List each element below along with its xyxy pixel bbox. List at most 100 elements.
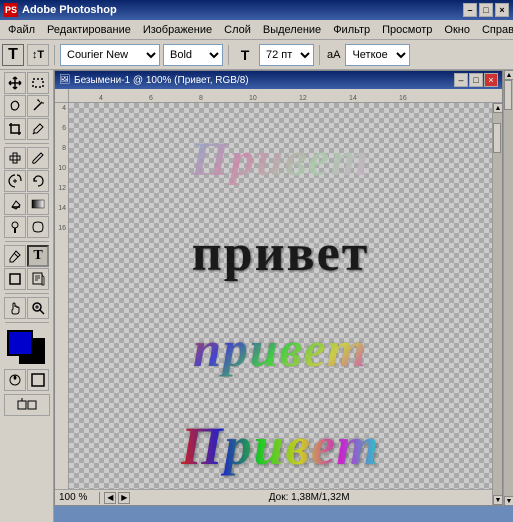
heal-tool[interactable] — [4, 147, 26, 169]
pen-tool[interactable] — [4, 245, 26, 267]
text-layer-1: Привет — [191, 132, 370, 187]
status-prev-button[interactable]: ◀ — [104, 492, 116, 504]
ruler-top: 4 6 8 10 12 14 16 — [69, 89, 502, 103]
close-button[interactable]: × — [495, 3, 509, 17]
scroll-track — [493, 113, 502, 495]
brush-tool[interactable] — [27, 147, 49, 169]
move-tool[interactable] — [4, 72, 26, 94]
ruler-left-14: 14 — [55, 205, 68, 225]
menu-filter[interactable]: Фильтр — [327, 22, 376, 38]
lasso-tool[interactable] — [4, 95, 26, 117]
eyedropper-tool[interactable] — [27, 118, 49, 140]
menu-help[interactable]: Справк... — [476, 22, 513, 38]
tool-group-7 — [4, 216, 49, 238]
hand-tool[interactable] — [4, 297, 26, 319]
antialiasing-select[interactable]: Четкое — [345, 44, 410, 66]
scroll-thumb[interactable] — [493, 123, 501, 153]
tool-group-1 — [4, 72, 49, 94]
document-size: Док: 1,38M/1,32M — [130, 492, 488, 503]
jump-icon — [17, 398, 37, 412]
font-family-select[interactable]: Courier New — [60, 44, 160, 66]
menu-file[interactable]: Файл — [2, 22, 41, 38]
title-bar-buttons: – □ × — [463, 3, 509, 17]
scroll-up-button[interactable]: ▲ — [493, 103, 502, 113]
text-line-4: Привет — [181, 416, 381, 476]
menu-image[interactable]: Изображение — [137, 22, 218, 38]
clone-tool[interactable] — [4, 170, 26, 192]
gradient-tool[interactable] — [27, 193, 49, 215]
doc-close-button[interactable]: × — [484, 73, 498, 87]
status-next-button[interactable]: ▶ — [118, 492, 130, 504]
crop-tool[interactable] — [4, 118, 26, 140]
ruler-mark-16: 16 — [399, 95, 407, 102]
zoom-tool[interactable] — [27, 297, 49, 319]
foreground-color-swatch[interactable] — [7, 330, 33, 356]
orientation-button[interactable]: ↕T — [27, 44, 49, 66]
status-nav-buttons: ◀ ▶ — [104, 492, 130, 504]
text-line-2: привет — [192, 225, 370, 282]
font-size-icon: T — [234, 44, 256, 66]
scroll-down-button[interactable]: ▼ — [493, 495, 502, 505]
tool-group-extra — [4, 369, 49, 391]
dodge-icon — [8, 220, 22, 234]
canvas-container: Привет привет привет Привет — [69, 103, 492, 505]
right-scroll-up[interactable]: ▲ — [504, 70, 513, 80]
tool-group-jump — [4, 394, 50, 416]
menu-window[interactable]: Окно — [438, 22, 476, 38]
eyedropper-icon — [31, 122, 45, 136]
heal-icon — [8, 151, 22, 165]
right-scroll-down[interactable]: ▼ — [504, 496, 513, 506]
notes-tool[interactable] — [27, 268, 49, 290]
ruler-mark-6: 6 — [149, 95, 153, 102]
text-line-1: Привет — [191, 133, 370, 186]
screen-mode-btn[interactable] — [27, 369, 49, 391]
gradient-icon — [31, 197, 45, 211]
minimize-button[interactable]: – — [463, 3, 477, 17]
quick-mask-btn[interactable] — [4, 369, 26, 391]
menu-view[interactable]: Просмотр — [376, 22, 438, 38]
text-layer-4: Привет — [181, 415, 381, 477]
toolbar-sep-3 — [319, 45, 320, 65]
jump-to-ir-btn[interactable] — [4, 394, 50, 416]
marquee-icon — [31, 76, 45, 90]
zoom-icon — [31, 301, 45, 315]
text-tool-icon: T — [8, 46, 18, 64]
shape-tool[interactable] — [4, 268, 26, 290]
font-size-select[interactable]: 72 пт — [259, 44, 314, 66]
document-window: 🖼 Безымени-1 @ 100% (Привет, RGB/8) – □ … — [54, 70, 503, 506]
text-tool-button[interactable]: T — [2, 44, 24, 66]
magic-wand-tool[interactable] — [27, 95, 49, 117]
ruler-mark-14: 14 — [349, 95, 357, 102]
maximize-button[interactable]: □ — [479, 3, 493, 17]
shape-icon — [8, 272, 22, 286]
menu-select[interactable]: Выделение — [257, 22, 327, 38]
marquee-tool[interactable] — [27, 72, 49, 94]
right-scroll-track — [504, 80, 513, 496]
tool-group-4 — [4, 147, 49, 169]
tool-sep-1 — [5, 143, 49, 144]
toolbar-sep-1 — [54, 45, 55, 65]
right-scroll-thumb[interactable] — [504, 80, 512, 110]
crop-icon — [8, 122, 22, 136]
pen-icon — [8, 249, 22, 263]
ruler-mark-10: 10 — [249, 95, 257, 102]
doc-maximize-button[interactable]: □ — [469, 73, 483, 87]
menu-edit[interactable]: Редактирование — [41, 22, 137, 38]
dodge-tool[interactable] — [4, 216, 26, 238]
move-icon — [8, 76, 22, 90]
tool-group-9 — [4, 268, 49, 290]
doc-minimize-button[interactable]: – — [454, 73, 468, 87]
document-titlebar: 🖼 Безымени-1 @ 100% (Привет, RGB/8) – □ … — [55, 71, 502, 89]
tool-group-6 — [4, 193, 49, 215]
vertical-scrollbar: ▲ ▼ — [492, 103, 502, 505]
screen-mode-icon — [31, 373, 45, 387]
smudge-tool[interactable] — [27, 216, 49, 238]
status-separator — [99, 492, 100, 504]
history-tool[interactable] — [27, 170, 49, 192]
menu-layer[interactable]: Слой — [218, 22, 257, 38]
eraser-tool[interactable] — [4, 193, 26, 215]
font-style-select[interactable]: Bold — [163, 44, 223, 66]
text-tool[interactable]: T — [27, 245, 49, 267]
ruler-left-12: 12 — [55, 185, 68, 205]
app-icon-text: PS — [5, 5, 17, 15]
